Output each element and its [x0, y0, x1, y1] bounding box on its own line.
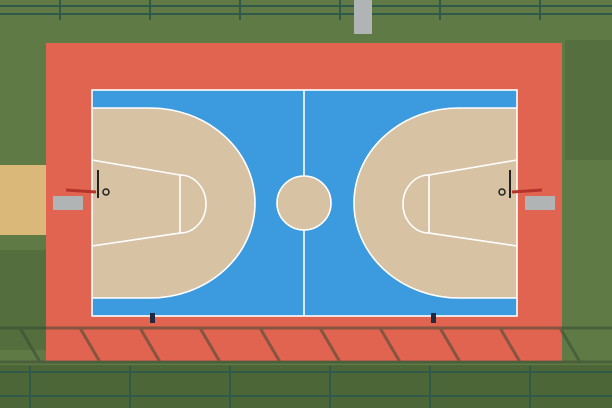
side-path — [0, 165, 46, 235]
grass-patch-right — [565, 40, 612, 160]
center-circle — [276, 175, 332, 231]
court-image — [0, 0, 612, 408]
court-scene — [0, 0, 612, 408]
net-post-right — [431, 313, 436, 323]
net-post-left — [150, 313, 155, 323]
fence-post-top — [354, 0, 372, 34]
